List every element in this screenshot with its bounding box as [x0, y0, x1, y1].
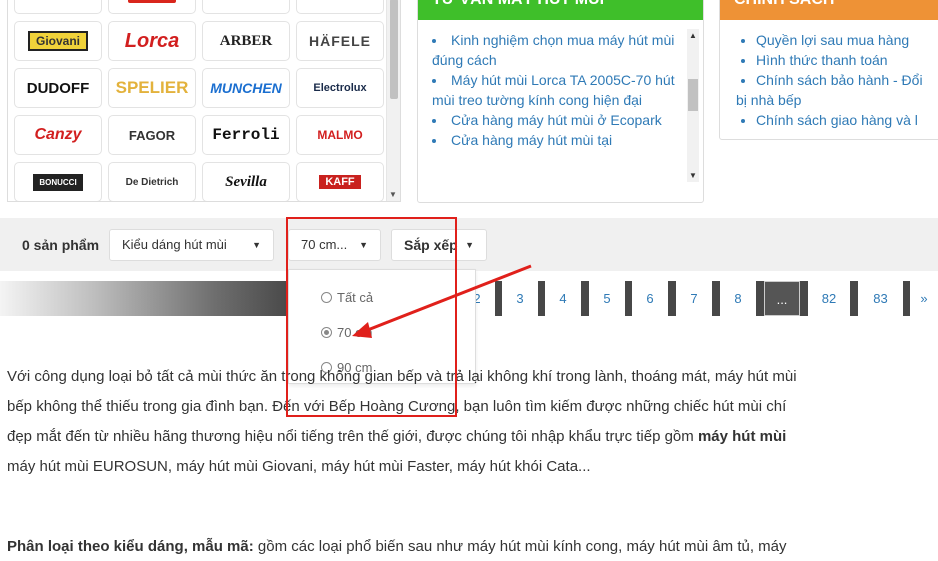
brand-logo[interactable]: MALMO: [296, 115, 384, 155]
brand-logo-text: HÄFELE: [309, 33, 371, 49]
brand-logo[interactable]: Giovani: [14, 21, 102, 61]
brand-logo[interactable]: SPELIER: [108, 68, 196, 108]
brand-logo-text: FAGOR: [128, 127, 176, 143]
scrollbar-thumb[interactable]: [688, 79, 698, 111]
brand-logo-text: Teka: [128, 0, 176, 3]
brand-logo[interactable]: MUNCHEN: [202, 68, 290, 108]
brand-logo-text: DUDOFF: [26, 79, 90, 97]
brand-logo-text: Electrolux: [313, 82, 367, 94]
pagination-page[interactable]: 83: [858, 281, 903, 316]
policy-link[interactable]: Quyền lợi sau mua hàng: [756, 30, 938, 50]
pagination-page[interactable]: 7: [676, 281, 712, 316]
consult-article-link[interactable]: Kinh nghiệm chọn mua máy hút mùi đúng cá…: [432, 30, 681, 70]
consult-article-link[interactable]: Máy hút mùi Lorca TA 2005C-70 hút mùi tr…: [432, 70, 681, 110]
brand-logo[interactable]: BONUCCI: [14, 162, 102, 201]
brand-logo[interactable]: MALLOCA: [202, 0, 290, 14]
policy-link[interactable]: Chính sách giao hàng và l: [756, 110, 938, 130]
brand-logo-text: MUNCHEN: [210, 80, 282, 96]
classification-paragraph: Phân loại theo kiểu dáng, mẫu mã: gồm cá…: [7, 532, 787, 561]
paragraph-line: đẹp mắt đến từ nhiều hãng thương hiệu nổ…: [7, 422, 797, 452]
brand-logo-text: EUROSUN: [307, 0, 372, 2]
consult-article-link[interactable]: Cửa hàng máy hút mùi tại: [432, 130, 681, 150]
policy-panel-title: CHÍNH SÁCH: [720, 0, 938, 20]
pagination-page[interactable]: 8: [720, 281, 756, 316]
annotation-highlight-box: [286, 217, 457, 417]
pagination-next[interactable]: »: [910, 281, 938, 316]
paragraph-line: máy hút mùi EUROSUN, máy hút mùi Giovani…: [7, 458, 591, 475]
brand-logo[interactable]: EUROSUN: [296, 0, 384, 14]
brand-logo[interactable]: Lorca: [108, 21, 196, 61]
brand-logo-text: ARBER: [219, 32, 273, 49]
brand-grid-scrollbar[interactable]: ▼: [386, 0, 400, 201]
pagination-page[interactable]: 3: [502, 281, 538, 316]
policy-panel: CHÍNH SÁCH Quyền lợi sau mua hàng Hình t…: [719, 0, 938, 140]
scroll-down-arrow-icon[interactable]: ▼: [389, 190, 397, 199]
consult-scrollbar[interactable]: ▲ ▼: [687, 29, 699, 182]
brand-logo[interactable]: De Dietrich: [108, 162, 196, 201]
brand-logo-text: SPELIER: [115, 78, 189, 97]
pagination-page[interactable]: 6: [632, 281, 668, 316]
paragraph-bold-text: Phân loại theo kiểu dáng, mẫu mã:: [7, 538, 254, 555]
pagination-ellipsis: ...: [764, 281, 800, 316]
brand-logo[interactable]: KAFF: [296, 162, 384, 201]
brand-logo-text: Lorca: [124, 29, 180, 52]
brand-logo[interactable]: DUDOFF: [14, 68, 102, 108]
brand-logo[interactable]: Ferroli: [202, 115, 290, 155]
consult-article-link[interactable]: Cửa hàng máy hút mùi ở Ecopark: [432, 110, 681, 130]
policy-link[interactable]: Hình thức thanh toán: [756, 50, 938, 70]
caret-down-icon: ▼: [252, 240, 261, 250]
brand-logo[interactable]: Sevilla: [202, 162, 290, 201]
scroll-up-arrow-icon[interactable]: ▲: [689, 31, 697, 40]
brand-logo-text: BONUCCI: [33, 173, 83, 191]
policy-link-continuation[interactable]: bị nhà bếp: [736, 90, 938, 110]
brand-logo[interactable]: ARBER: [202, 21, 290, 61]
brand-logo[interactable]: Electrolux: [296, 68, 384, 108]
scroll-down-arrow-icon[interactable]: ▼: [689, 171, 697, 180]
brand-logo[interactable]: Canzy: [14, 115, 102, 155]
pagination-page[interactable]: 4: [545, 281, 581, 316]
product-count: 0 sản phẩm: [22, 237, 100, 253]
paragraph-text: đẹp mắt đến từ nhiều hãng thương hiệu nổ…: [7, 428, 698, 445]
brand-logo-text: MALMO: [317, 128, 363, 142]
brand-logo-text: De Dietrich: [125, 176, 179, 188]
brand-logo-text: KAFF: [319, 175, 361, 189]
paragraph-bold-text: máy hút mùi: [697, 428, 787, 445]
paragraph-text: gồm các loại phổ biến sau như máy hút mù…: [253, 538, 787, 555]
pagination-page[interactable]: 82: [808, 281, 850, 316]
brand-logo[interactable]: Teka: [108, 0, 196, 14]
pagination-page[interactable]: 5: [589, 281, 625, 316]
brand-logo[interactable]: FAGOR: [108, 115, 196, 155]
product-filter-bar: 0 sản phẩm Kiểu dáng hút mùi ▼ 70 cm... …: [0, 218, 938, 271]
brand-logo-text: BOSCH: [35, 0, 82, 2]
brand-logo-grid: BOSCH Teka MALLOCA EUROSUN Giovani Lorca ARBER…: [7, 0, 401, 202]
brand-grid: BOSCH Teka MALLOCA EUROSUN Giovani Lorca ARBER…: [14, 0, 384, 201]
brand-logo-text: Ferroli: [212, 126, 280, 144]
consult-list-container: Kinh nghiệm chọn mua máy hút mùi đúng cá…: [418, 20, 687, 190]
brand-logo-text: Canzy: [34, 126, 82, 143]
caret-down-icon: ▼: [465, 240, 474, 250]
style-filter-select[interactable]: Kiểu dáng hút mùi ▼: [109, 229, 274, 261]
style-filter-label: Kiểu dáng hút mùi: [122, 237, 227, 252]
consult-panel-title: TƯ VẤN MÁY HÚT MÙI: [418, 0, 703, 20]
consult-panel: TƯ VẤN MÁY HÚT MÙI Kinh nghiệm chọn mua …: [417, 0, 704, 203]
policy-list-container: Quyền lợi sau mua hàng Hình thức thanh t…: [720, 20, 938, 130]
policy-link[interactable]: Chính sách bảo hành - Đổi: [756, 70, 938, 90]
brand-logo-text: Giovani: [27, 31, 88, 51]
brand-logo-text: Sevilla: [225, 173, 267, 190]
scrollbar-thumb[interactable]: [390, 0, 398, 99]
brand-logo[interactable]: HÄFELE: [296, 21, 384, 61]
brand-logo[interactable]: BOSCH: [14, 0, 102, 14]
